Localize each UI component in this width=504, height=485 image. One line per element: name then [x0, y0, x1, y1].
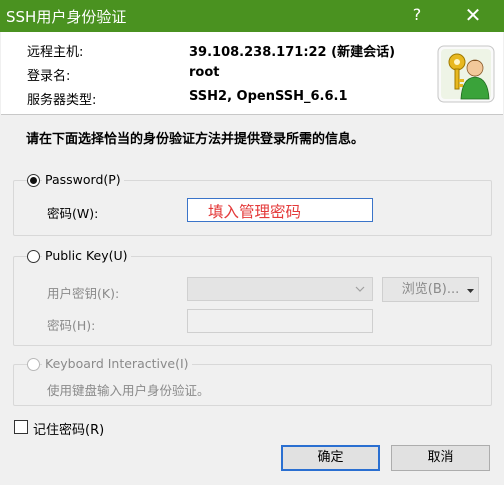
- server-type-label: 服务器类型:: [27, 93, 97, 108]
- help-button[interactable]: ?: [410, 5, 424, 24]
- cancel-button[interactable]: 取消: [391, 445, 490, 471]
- close-button[interactable]: ✕: [462, 4, 484, 26]
- keyboard-interactive-description: 使用键盘输入用户身份验证。: [47, 383, 210, 398]
- user-key-icon: [437, 45, 495, 103]
- keyboard-interactive-option-label[interactable]: Keyboard Interactive(I): [42, 356, 192, 371]
- instruction-text: 请在下面选择恰当的身份验证方法并提供登录所需的信息。: [26, 132, 365, 147]
- password-option-label[interactable]: Password(P): [42, 172, 124, 187]
- title-bar[interactable]: SSH用户身份验证 ? ✕: [0, 0, 504, 32]
- password-radio[interactable]: [27, 174, 40, 187]
- passphrase-input[interactable]: [187, 309, 373, 333]
- host-label: 远程主机:: [27, 45, 84, 60]
- remember-password-checkbox[interactable]: [14, 420, 28, 434]
- passphrase-label: 密码(H):: [47, 318, 96, 333]
- window-title: SSH用户身份验证: [6, 8, 127, 26]
- host-value: 39.108.238.171:22 (新建会话): [189, 45, 396, 60]
- user-key-label: 用户密钥(K):: [47, 286, 120, 301]
- public-key-radio[interactable]: [27, 250, 40, 263]
- user-key-select[interactable]: [187, 277, 373, 301]
- browse-button-label: 浏览(B)...: [401, 282, 460, 297]
- dropdown-arrow-icon: [467, 289, 474, 293]
- password-field-label: 密码(W):: [47, 206, 99, 221]
- public-key-option-label[interactable]: Public Key(U): [42, 248, 131, 263]
- password-input-value: 填入管理密码: [208, 203, 302, 221]
- remember-password-label[interactable]: 记住密码(R): [33, 419, 104, 438]
- ok-button[interactable]: 确定: [281, 445, 380, 471]
- user-label: 登录名:: [27, 69, 71, 84]
- session-info-panel: 远程主机: 39.108.238.171:22 (新建会话) 登录名: root…: [1, 32, 503, 115]
- keyboard-interactive-radio[interactable]: [27, 358, 40, 371]
- password-input[interactable]: 填入管理密码: [187, 198, 373, 222]
- chevron-down-icon: [355, 286, 365, 292]
- browse-button[interactable]: 浏览(B)...: [382, 277, 479, 302]
- server-type-value: SSH2, OpenSSH_6.6.1: [189, 89, 348, 104]
- user-value: root: [189, 65, 220, 80]
